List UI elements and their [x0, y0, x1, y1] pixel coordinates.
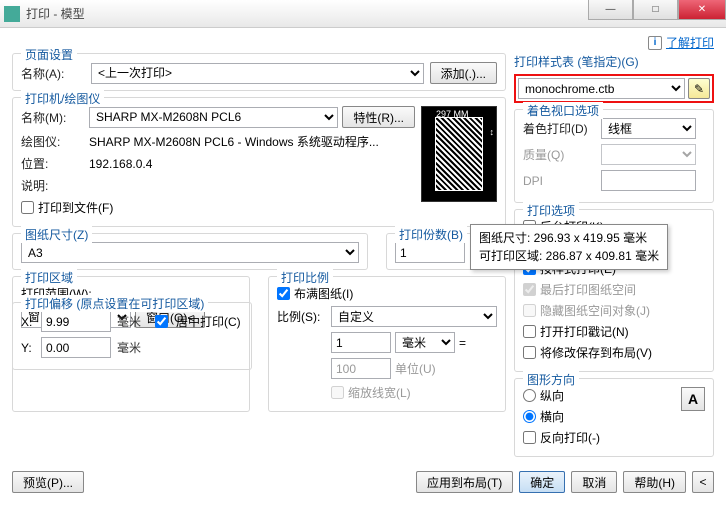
minimize-button[interactable]: —	[588, 0, 633, 20]
orientation-group: 图形方向 纵向 横向 反向打印(-) A	[514, 378, 714, 457]
offset-y-input[interactable]	[41, 337, 111, 358]
scale-lw-label: 缩放线宽(L)	[348, 384, 411, 401]
tooltip-line2: 可打印区域: 286.87 x 409.81 毫米	[479, 247, 659, 265]
viewport-group: 着色视口选项 着色打印(D)线框 质量(Q) DPI	[514, 109, 714, 203]
offset-group: 打印偏移 (原点设置在可打印区域) X: 毫米 居中打印(C) Y: 毫米	[12, 302, 252, 370]
y-label: Y:	[21, 341, 37, 355]
shade-label: 着色打印(D)	[523, 120, 597, 137]
style-legend: 打印样式表 (笔指定)(G)	[514, 53, 714, 70]
paper-size-select[interactable]: A3	[21, 242, 359, 263]
group-legend: 着色视口选项	[523, 102, 603, 119]
scale-num1-input[interactable]	[331, 332, 391, 353]
printer-group: 打印机/绘图仪 名称(M): SHARP MX-M2608N PCL6 特性(R…	[12, 97, 506, 227]
printer-select[interactable]: SHARP MX-M2608N PCL6	[89, 107, 338, 128]
reverse-checkbox[interactable]	[523, 431, 536, 444]
group-legend: 页面设置	[21, 46, 77, 63]
scale-select[interactable]: 自定义	[331, 306, 497, 327]
dpi-input	[601, 170, 696, 191]
portrait-radio[interactable]	[523, 389, 536, 402]
arrow-icon: ↕	[490, 127, 495, 137]
maximize-button[interactable]: □	[633, 0, 678, 20]
scale-group: 打印比例 布满图纸(I) 比例(S): 自定义 毫米 = 单位(U)	[268, 276, 506, 412]
shade-select[interactable]: 线框	[601, 118, 696, 139]
name-label: 名称(A):	[21, 65, 85, 82]
paper-preview: 297 MM ↕	[421, 106, 497, 202]
edit-style-button[interactable]: ✎	[688, 78, 710, 99]
unit-label: 毫米	[117, 313, 141, 330]
group-legend: 图形方向	[523, 371, 579, 388]
center-checkbox[interactable]	[155, 315, 168, 328]
printer-name-label: 名称(M):	[21, 109, 85, 126]
group-legend: 打印区域	[21, 269, 77, 286]
print-to-file-label: 打印到文件(F)	[38, 199, 113, 216]
last-checkbox	[523, 283, 536, 296]
quality-label: 质量(Q)	[523, 146, 597, 163]
cancel-button[interactable]: 取消	[571, 471, 617, 493]
learn-print-link[interactable]: 了解打印	[666, 34, 714, 51]
window-title: 打印 - 模型	[26, 5, 85, 22]
size-tooltip: 图纸尺寸: 296.93 x 419.95 毫米 可打印区域: 286.87 x…	[470, 224, 668, 270]
info-icon[interactable]: i	[648, 36, 662, 50]
hide-checkbox	[523, 304, 536, 317]
equals-label: =	[459, 336, 466, 350]
style-highlight-box: monochrome.ctb ✎	[514, 74, 714, 103]
center-label: 居中打印(C)	[176, 313, 241, 330]
scale-lineweight-checkbox	[331, 386, 344, 399]
plot-style-select[interactable]: monochrome.ctb	[518, 78, 685, 99]
page-setup-select[interactable]: <上一次打印>	[91, 63, 424, 84]
print-to-file-checkbox[interactable]	[21, 201, 34, 214]
x-label: X:	[21, 315, 37, 329]
location-value: 192.168.0.4	[89, 157, 152, 171]
tooltip-line1: 图纸尺寸: 296.93 x 419.95 毫米	[479, 229, 659, 247]
dpi-label: DPI	[523, 174, 597, 188]
collapse-button[interactable]: <	[692, 471, 714, 493]
group-legend: 打印份数(B)	[395, 226, 467, 243]
close-button[interactable]: ✕	[678, 0, 726, 20]
quality-select	[601, 144, 696, 165]
unit2-label: 单位(U)	[395, 360, 436, 377]
titlebar: 打印 - 模型 — □ ✕	[0, 0, 726, 28]
page-setup-group: 页面设置 名称(A): <上一次打印> 添加(.)...	[12, 53, 506, 91]
stamp-checkbox[interactable]	[523, 325, 536, 338]
add-button[interactable]: 添加(.)...	[430, 62, 497, 84]
copies-input[interactable]	[395, 242, 465, 263]
plotter-label: 绘图仪:	[21, 133, 85, 150]
fit-label: 布满图纸(I)	[294, 285, 353, 302]
description-label: 说明:	[21, 177, 85, 194]
apply-button[interactable]: 应用到布局(T)	[416, 471, 513, 493]
scale-label: 比例(S):	[277, 308, 327, 325]
scale-num2-input	[331, 358, 391, 379]
properties-button[interactable]: 特性(R)...	[342, 106, 415, 128]
landscape-radio[interactable]	[523, 410, 536, 423]
group-legend: 打印选项	[523, 202, 579, 219]
unit-label: 毫米	[117, 339, 141, 356]
group-legend: 打印机/绘图仪	[21, 90, 104, 107]
app-icon	[4, 6, 20, 22]
save-layout-checkbox[interactable]	[523, 346, 536, 359]
preview-button[interactable]: 预览(P)...	[12, 471, 84, 493]
location-label: 位置:	[21, 155, 85, 172]
fit-to-paper-checkbox[interactable]	[277, 287, 290, 300]
group-legend: 打印偏移 (原点设置在可打印区域)	[21, 295, 208, 312]
ok-button[interactable]: 确定	[519, 471, 565, 493]
paper-size-group: 图纸尺寸(Z) A3	[12, 233, 368, 270]
unit1-select[interactable]: 毫米	[395, 332, 455, 353]
group-legend: 图纸尺寸(Z)	[21, 226, 92, 243]
group-legend: 打印比例	[277, 269, 333, 286]
help-button[interactable]: 帮助(H)	[623, 471, 686, 493]
offset-x-input[interactable]	[41, 311, 111, 332]
orientation-icon: A	[681, 387, 705, 411]
plotter-value: SHARP MX-M2608N PCL6 - Windows 系统驱动程序...	[89, 133, 379, 150]
